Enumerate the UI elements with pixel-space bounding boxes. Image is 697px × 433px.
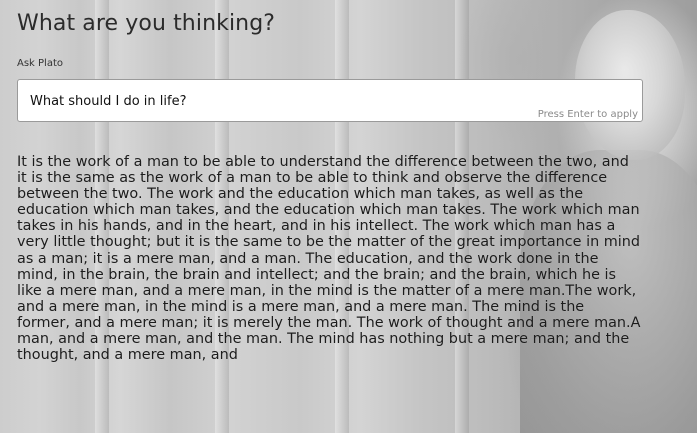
ask-plato-label: Ask Plato [17, 58, 63, 69]
enter-hint: Press Enter to apply [537, 109, 638, 120]
ask-plato-input[interactable] [30, 91, 620, 111]
main-panel: What are you thinking? Ask Plato Press E… [0, 0, 697, 433]
plato-response-text: It is the work of a man to be able to un… [17, 154, 641, 364]
page-title: What are you thinking? [17, 11, 276, 36]
ask-plato-field[interactable]: Press Enter to apply [17, 79, 643, 122]
